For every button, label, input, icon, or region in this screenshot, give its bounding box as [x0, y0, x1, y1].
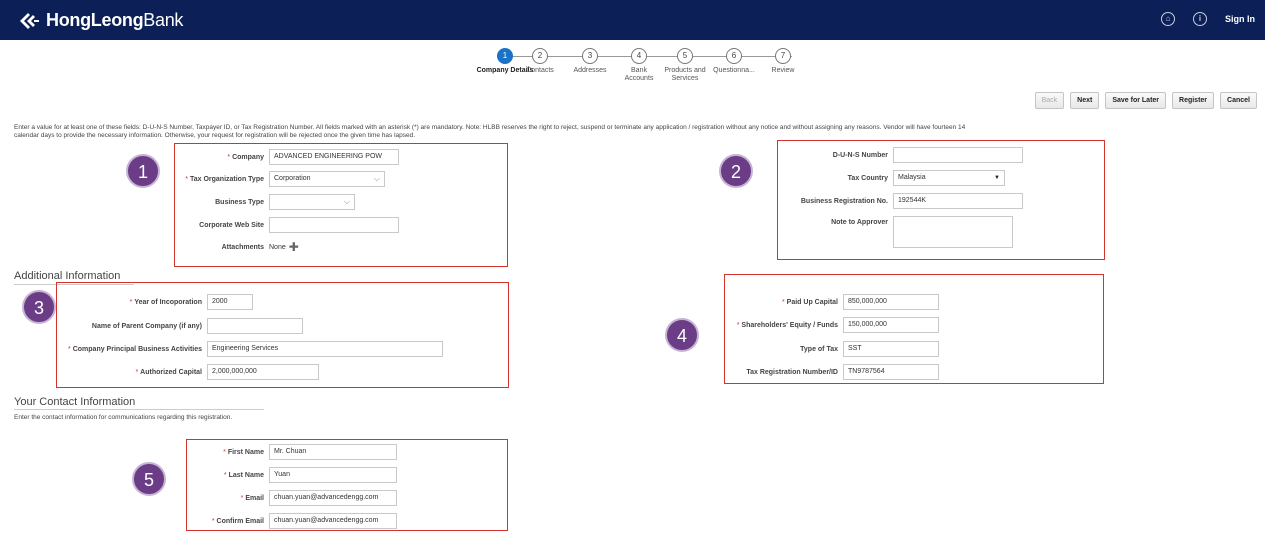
business-registration-no-label: Business Registration No.	[800, 197, 888, 205]
callout-badge-3: 3	[22, 290, 56, 324]
callout-badge-2: 2	[719, 154, 753, 188]
additional-information-heading: Additional Information	[14, 270, 121, 282]
type-of-tax-label: Type of Tax	[800, 345, 838, 353]
paid-up-capital-input[interactable]: 850,000,000	[843, 294, 939, 310]
duns-number-input[interactable]	[893, 147, 1023, 163]
tax-country-label: Tax Country	[847, 174, 888, 182]
contact-information-subtitle: Enter the contact information for commun…	[14, 414, 233, 421]
section-divider	[14, 409, 264, 410]
first-name-label: * First Name	[223, 448, 264, 456]
hong-leong-logo-icon	[20, 12, 39, 29]
first-name-input[interactable]: Mr. Chuan	[269, 444, 397, 460]
contact-information-heading: Your Contact Information	[14, 396, 136, 408]
type-of-tax-input[interactable]: SST	[843, 341, 939, 357]
sign-in-link[interactable]: Sign In	[1225, 14, 1255, 24]
train-step-review[interactable]: 7 Review	[748, 48, 818, 75]
chevron-down-icon: ⌵	[343, 197, 350, 206]
principal-business-activities-label: * Company Principal Business Activities	[68, 345, 202, 353]
next-button[interactable]: Next	[1070, 92, 1100, 109]
confirm-email-input[interactable]: chuan.yuan@advancedengg.com	[269, 513, 397, 529]
principal-business-activities-input[interactable]: Engineering Services	[207, 341, 443, 357]
save-for-later-button[interactable]: Save for Later	[1105, 92, 1167, 109]
duns-number-label: D-U-N-S Number	[832, 151, 888, 159]
authorized-capital-input[interactable]: 2,000,000,000	[207, 364, 319, 380]
callout-badge-5: 5	[132, 462, 166, 496]
callout-badge-1: 1	[126, 154, 160, 188]
shareholders-equity-input[interactable]: 150,000,000	[843, 317, 939, 333]
info-icon[interactable]: i	[1193, 12, 1207, 26]
authorized-capital-label: * Authorized Capital	[135, 368, 202, 376]
last-name-input[interactable]: Yuan	[269, 467, 397, 483]
brand-logo[interactable]: HongLeongBank	[18, 10, 183, 31]
attachments-label: Attachments	[221, 243, 264, 251]
home-icon[interactable]: ⌂	[1161, 12, 1175, 26]
top-bar: HongLeongBank ⌂ i Sign In	[0, 0, 1265, 40]
cancel-button[interactable]: Cancel	[1220, 92, 1257, 109]
tax-registration-number-label: Tax Registration Number/ID	[746, 368, 838, 376]
callout-badge-4: 4	[665, 318, 699, 352]
register-button[interactable]: Register	[1172, 92, 1215, 109]
tax-registration-number-input[interactable]: TN9787564	[843, 364, 939, 380]
add-attachment-icon[interactable]: ✚	[289, 241, 299, 253]
corporate-web-site-label: Corporate Web Site	[199, 221, 264, 229]
brand-name: HongLeongBank	[46, 10, 184, 30]
email-label: * Email	[240, 494, 264, 502]
attachments-value: None	[269, 243, 286, 251]
instructions-text: Enter a value for at least one of these …	[14, 124, 966, 139]
registration-train: 1 Company Details 2 Contacts 3 Addresses 4B…	[470, 44, 800, 94]
parent-company-input[interactable]	[207, 318, 303, 334]
business-registration-no-input[interactable]: 192544K	[893, 193, 1023, 209]
parent-company-label: Name of Parent Company (if any)	[91, 322, 202, 330]
dropdown-arrow-icon: ▼	[994, 175, 1000, 181]
last-name-label: * Last Name	[223, 471, 264, 479]
company-label: * Company	[227, 153, 264, 161]
business-type-label: Business Type	[215, 198, 264, 206]
confirm-email-label: * Confirm Email	[211, 517, 264, 525]
business-type-select[interactable]: ⌵	[269, 194, 355, 210]
note-to-approver-label: Note to Approver	[831, 219, 888, 226]
action-buttons: Back Next Save for Later Register Cancel	[1034, 92, 1257, 109]
corporate-web-site-input[interactable]	[269, 217, 399, 233]
email-input[interactable]: chuan.yuan@advancedengg.com	[269, 490, 397, 506]
company-input[interactable]: ADVANCED ENGINEERING POW	[269, 149, 399, 165]
tax-country-select[interactable]: Malaysia ▼	[893, 170, 1005, 186]
tax-organization-type-select[interactable]: Corporation ⌵	[269, 171, 385, 187]
tax-organization-type-label: * Tax Organization Type	[185, 175, 264, 183]
note-to-approver-textarea[interactable]	[893, 216, 1013, 248]
back-button[interactable]: Back	[1034, 92, 1065, 109]
chevron-down-icon: ⌵	[373, 174, 380, 183]
paid-up-capital-label: * Paid Up Capital	[781, 298, 838, 306]
year-of-incorporation-label: * Year of Incoporation	[129, 298, 202, 306]
shareholders-equity-label: * Shareholders' Equity / Funds	[736, 321, 838, 329]
year-of-incorporation-input[interactable]: 2000	[207, 294, 253, 310]
